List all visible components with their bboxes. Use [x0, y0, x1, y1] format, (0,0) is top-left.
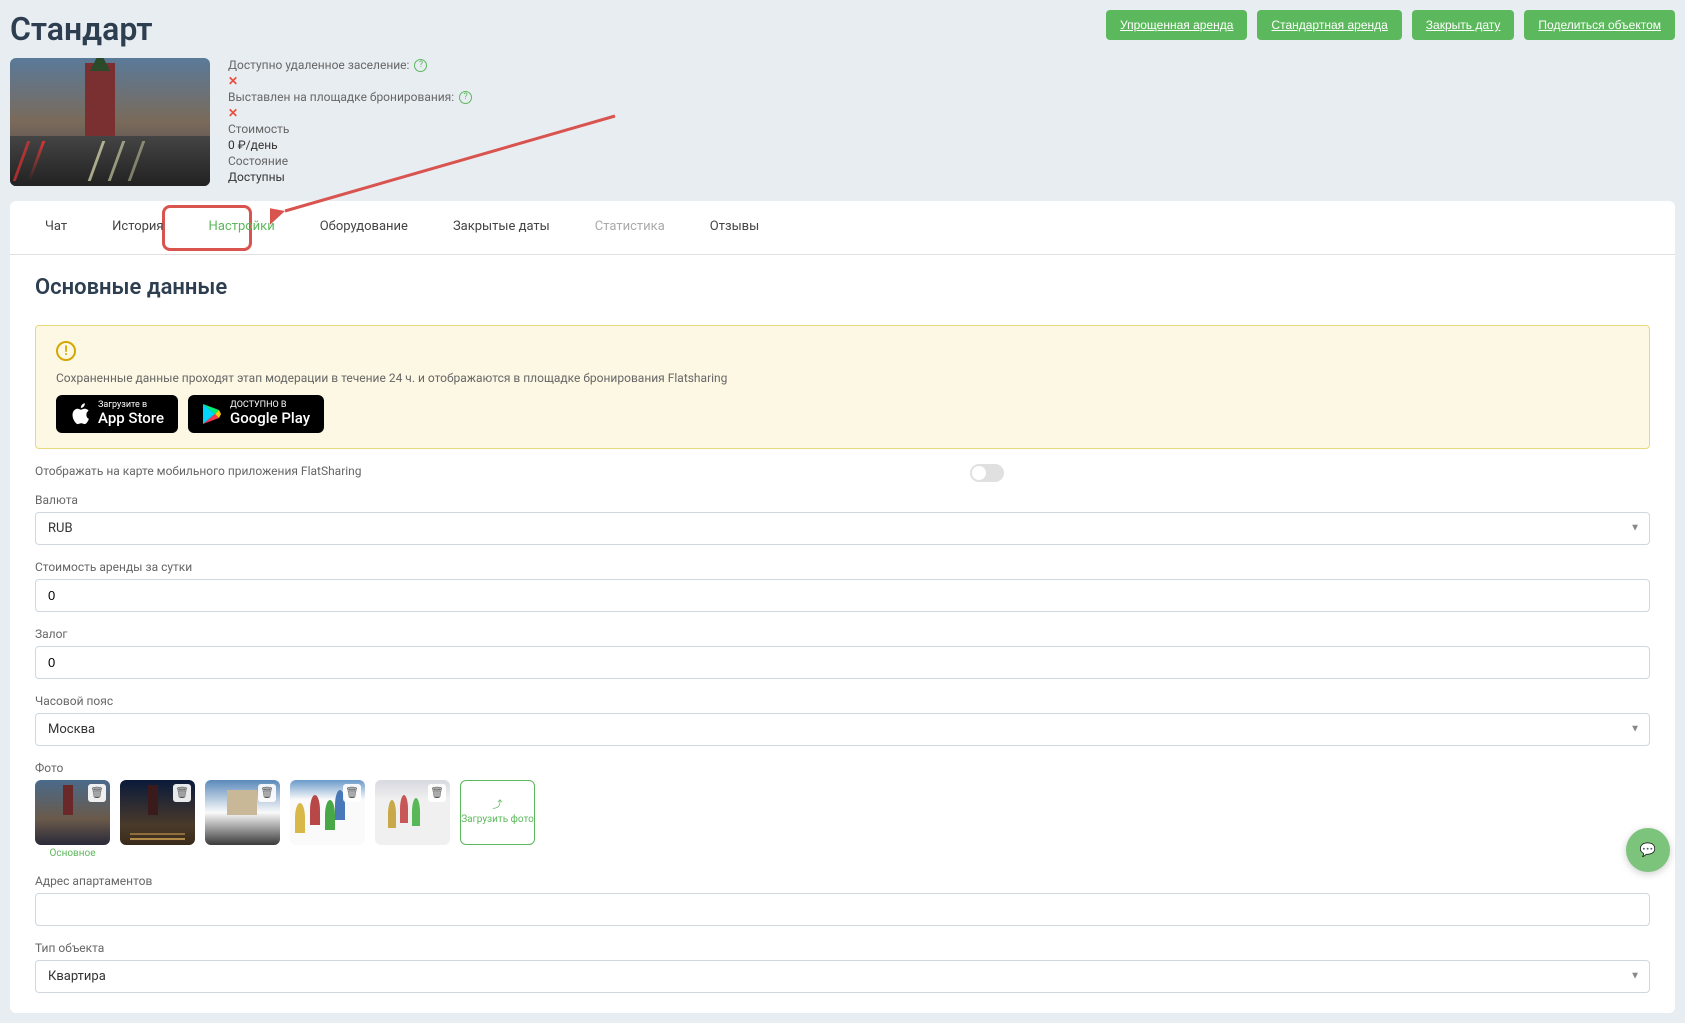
appstore-big-text: App Store — [98, 410, 164, 427]
price-label: Стоимость аренды за сутки — [35, 560, 1650, 574]
close-date-button[interactable]: Закрыть дату — [1412, 10, 1515, 40]
booking-platform-label: Выставлен на площадке бронирования: — [228, 90, 454, 104]
appstore-badge[interactable]: Загрузите в App Store — [56, 395, 178, 433]
annotation-arrow-icon — [270, 106, 630, 226]
trash-icon: 🗑 — [260, 786, 274, 799]
currency-select[interactable]: RUB — [35, 512, 1650, 545]
deposit-input[interactable] — [35, 646, 1650, 679]
standard-rent-button[interactable]: Стандартная аренда — [1257, 10, 1401, 40]
trash-icon: 🗑 — [345, 786, 359, 799]
gplay-big-text: Google Play — [230, 410, 310, 427]
photo-thumbnail[interactable]: 🗑 — [35, 780, 110, 845]
trash-icon: 🗑 — [90, 786, 104, 799]
header-actions: Упрощенная аренда Стандартная аренда Зак… — [1106, 10, 1675, 40]
x-icon: ✕ — [228, 74, 238, 88]
section-title: Основные данные — [10, 255, 1675, 310]
help-icon[interactable]: ? — [414, 59, 427, 72]
delete-photo-button[interactable]: 🗑 — [258, 784, 276, 802]
photo-thumbnail[interactable]: 🗑 — [375, 780, 450, 845]
deposit-label: Залог — [35, 627, 1650, 641]
price-input[interactable] — [35, 579, 1650, 612]
remote-checkin-label: Доступно удаленное заселение: — [228, 58, 409, 72]
delete-photo-button[interactable]: 🗑 — [428, 784, 446, 802]
googleplay-badge[interactable]: ДОСТУПНО В Google Play — [188, 395, 324, 433]
address-label: Адрес апартаментов — [35, 874, 1650, 888]
tabs-bar: Чат История Настройки Оборудование Закры… — [10, 201, 1675, 255]
upload-icon: ⤴ — [493, 800, 503, 811]
x-icon: ✕ — [228, 106, 238, 120]
chat-icon: 💬 — [1640, 843, 1656, 858]
alert-text: Сохраненные данные проходят этап модерац… — [56, 371, 1629, 385]
photo-main-caption: Основное — [35, 848, 110, 859]
timezone-label: Часовой пояс — [35, 694, 1650, 708]
upload-label: Загрузить фото — [461, 814, 534, 825]
currency-label: Валюта — [35, 493, 1650, 507]
simple-rent-button[interactable]: Упрощенная аренда — [1106, 10, 1247, 40]
property-image — [10, 58, 210, 186]
page-title: Стандарт — [10, 10, 153, 48]
trash-icon: 🗑 — [430, 786, 444, 799]
tab-chat[interactable]: Чат — [25, 201, 87, 254]
timezone-select[interactable]: Москва — [35, 713, 1650, 746]
object-type-select[interactable]: Квартира — [35, 960, 1650, 993]
googleplay-icon — [202, 403, 222, 425]
help-icon[interactable]: ? — [459, 91, 472, 104]
photo-thumbnail[interactable]: 🗑 — [290, 780, 365, 845]
photo-label: Фото — [35, 761, 1650, 775]
moderation-alert: ! Сохраненные данные проходят этап модер… — [35, 325, 1650, 449]
object-type-label: Тип объекта — [35, 941, 1650, 955]
photo-thumbnail[interactable]: 🗑 — [120, 780, 195, 845]
trash-icon: 🗑 — [175, 786, 189, 799]
delete-photo-button[interactable]: 🗑 — [173, 784, 191, 802]
tab-reviews[interactable]: Отзывы — [690, 201, 779, 254]
map-toggle-label: Отображать на карте мобильного приложени… — [35, 464, 362, 478]
delete-photo-button[interactable]: 🗑 — [88, 784, 106, 802]
tab-history[interactable]: История — [92, 201, 183, 254]
address-input[interactable] — [35, 893, 1650, 926]
share-object-button[interactable]: Поделиться объектом — [1524, 10, 1675, 40]
warning-icon: ! — [56, 341, 76, 361]
map-toggle[interactable] — [970, 464, 1004, 482]
upload-photo-button[interactable]: ⤴ Загрузить фото — [460, 780, 535, 845]
photo-thumbnail[interactable]: 🗑 — [205, 780, 280, 845]
delete-photo-button[interactable]: 🗑 — [343, 784, 361, 802]
chat-fab[interactable]: 💬 — [1626, 828, 1670, 872]
apple-icon — [70, 402, 90, 426]
